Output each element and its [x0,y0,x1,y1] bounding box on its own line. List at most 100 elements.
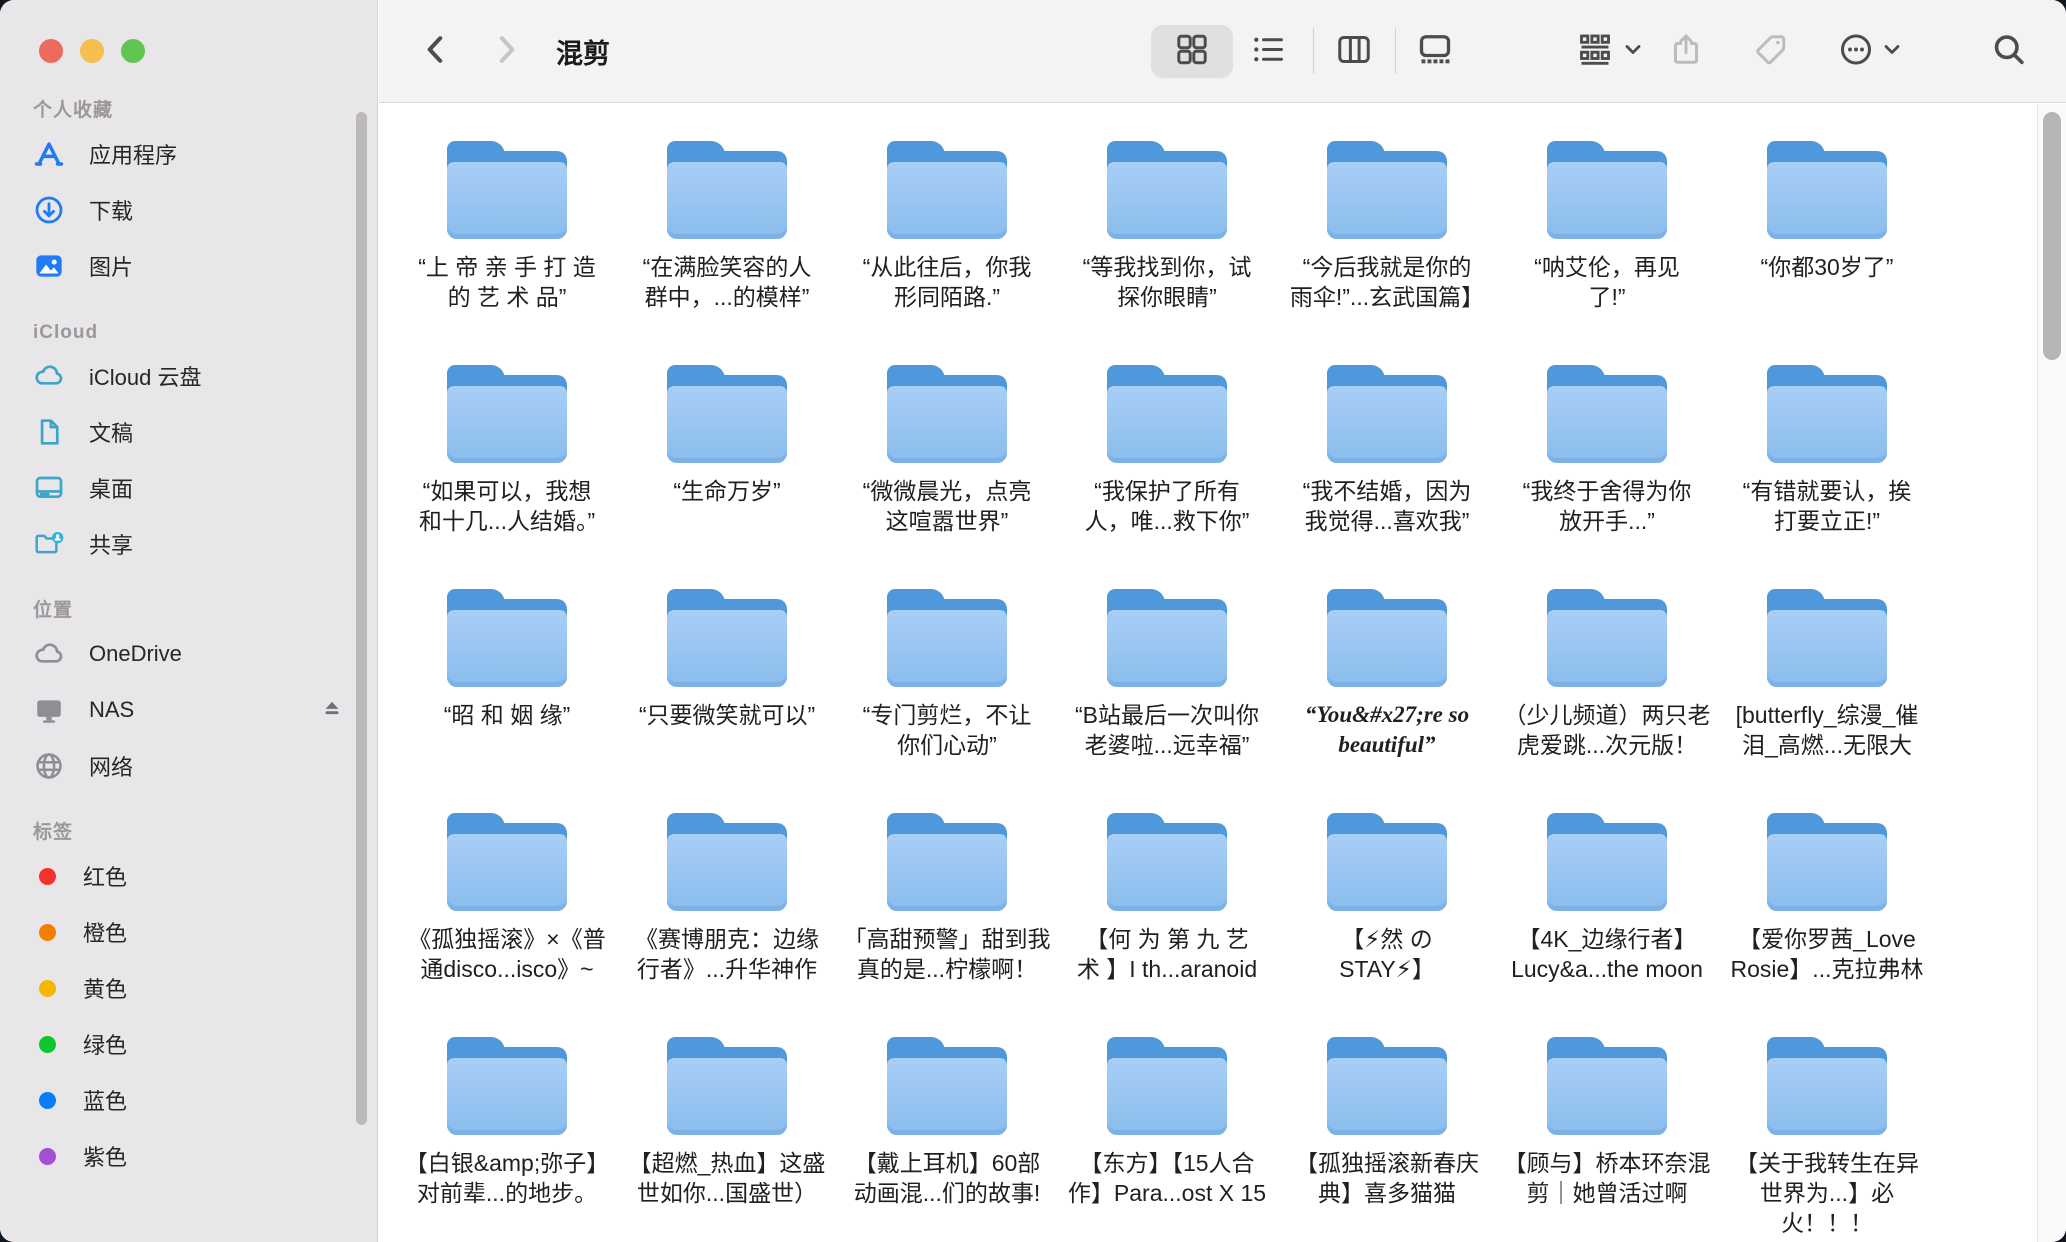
folder-item[interactable]: “B站最后一次叫你 老婆啦...远幸福” [1057,589,1277,813]
sidebar-scrollbar[interactable] [356,112,367,1125]
zoom-window-button[interactable] [121,39,145,63]
folder-item[interactable]: 《孤独摇滚》×《普 通disco...isco》~ [397,813,617,1037]
folder-item[interactable]: 【关于我转生在异 世界为...】必火！！！ [1717,1037,1937,1242]
more-button[interactable] [1838,32,1874,71]
sidebar-item[interactable]: 文稿 [33,404,357,460]
content-scrollbar[interactable] [2043,112,2061,360]
eject-icon[interactable] [319,697,345,723]
sidebar-section-header: 个人收藏 [33,96,357,126]
folder-icon [1325,589,1449,687]
sidebar-item[interactable]: 应用程序 [33,126,357,182]
folder-item[interactable]: 【白银&amp;弥子】 对前辈...的地步。 [397,1037,617,1242]
folder-item[interactable]: “今后我就是你的 雨伞!”...玄武国篇】 [1277,141,1497,365]
folder-icon [885,813,1009,911]
cloud-gray-icon [33,638,73,670]
folder-label: “只要微笑就可以” [639,700,815,730]
folder-item[interactable]: 【戴上耳机】60部 动画混...们的故事! [837,1037,1057,1242]
grid-view-icon [1174,32,1210,71]
search-icon [1991,32,2027,71]
folder-item[interactable]: “You&#x27;re so beautiful” [1277,589,1497,813]
search-button[interactable] [1991,32,2027,71]
folder-item[interactable]: “我保护了所有 人，唯...救下你” [1057,365,1277,589]
folder-item[interactable]: 【爱你罗茜_Love Rosie】...克拉弗林 [1717,813,1937,1037]
folder-item[interactable]: 【孤独摇滚新春庆 典】喜多猫猫 [1277,1037,1497,1242]
more-chevron-button[interactable] [1880,38,1904,65]
folder-item[interactable]: 【何 为 第 九 艺 术 】I th...aranoid [1057,813,1277,1037]
folder-item[interactable]: “我不结婚，因为 我觉得...喜欢我” [1277,365,1497,589]
sidebar-item[interactable]: 网络 [33,738,357,794]
tag-button[interactable] [1753,32,1789,71]
folder-item[interactable]: 【4K_边缘行者】 Lucy&a...the moon [1497,813,1717,1037]
sidebar-item-label: 绿色 [83,1028,127,1060]
minimize-window-button[interactable] [80,39,104,63]
chevron-left-icon [419,33,453,70]
view-list-button[interactable] [1250,32,1286,71]
sidebar-item[interactable]: 红色 [33,848,357,904]
folder-item[interactable]: “只要微笑就可以” [617,589,837,813]
folder-item[interactable]: [butterfly_综漫_催 泪_高燃...无限大 [1717,589,1937,813]
folder-item[interactable]: “从此往后，你我 形同陌路.” [837,141,1057,365]
group-button[interactable] [1577,32,1613,71]
sidebar-item[interactable]: 紫色 [33,1128,357,1184]
sidebar-item[interactable]: 桌面 [33,460,357,516]
toolbar-divider [1313,28,1314,74]
back-button[interactable] [419,33,453,70]
folder-icon [1105,813,1229,911]
folder-label: “我不结婚，因为 我觉得...喜欢我” [1303,476,1472,536]
folder-item[interactable]: “等我找到你，试 探你眼睛” [1057,141,1277,365]
folder-item[interactable]: “微微晨光，点亮 这喧嚣世界” [837,365,1057,589]
group-chevron-button[interactable] [1621,38,1645,65]
list-view-icon [1250,32,1286,71]
shared-folder-icon [33,528,73,560]
sidebar-item[interactable]: 黄色 [33,960,357,1016]
sidebar-item[interactable]: 下载 [33,182,357,238]
folder-icon [885,365,1009,463]
folder-item[interactable]: （少儿频道）两只老 虎爱跳...次元版！ [1497,589,1717,813]
folder-item[interactable]: “专门剪烂，不让 你们心动” [837,589,1057,813]
folder-label: 【东方】【15人合 作】Para...ost X 15 [1068,1148,1266,1208]
sidebar-item[interactable]: 橙色 [33,904,357,960]
sidebar-item[interactable]: 图片 [33,238,357,294]
sidebar-item-label: OneDrive [89,641,182,667]
folder-item[interactable]: 【超燃_热血】这盛 世如你...国盛世） [617,1037,837,1242]
folder-icon [1765,141,1889,239]
view-column-button[interactable] [1336,32,1372,71]
folder-item[interactable]: 「高甜预警」甜到我 真的是...柠檬啊！ [837,813,1057,1037]
folder-label: 【白银&amp;弥子】 对前辈...的地步。 [405,1148,609,1208]
folder-item[interactable]: “你都30岁了” [1717,141,1937,365]
folder-item[interactable]: “如果可以，我想 和十几...人结婚。” [397,365,617,589]
folder-item[interactable]: “有错就要认，挨 打要立正!” [1717,365,1937,589]
folder-icon [1545,365,1669,463]
sidebar-item-label: 网络 [89,750,133,782]
sidebar-item[interactable]: OneDrive [33,626,357,682]
folder-label: “呐艾伦，再见 了!” [1534,252,1680,312]
forward-button[interactable] [489,33,523,70]
sidebar-item-label: 共享 [89,528,133,560]
folder-item[interactable]: 【东方】【15人合 作】Para...ost X 15 [1057,1037,1277,1242]
folder-item[interactable]: 【⚡然 の STAY⚡】 [1277,813,1497,1037]
folder-item[interactable]: 【顾与】桥本环奈混 剪｜她曾活过啊 [1497,1037,1717,1242]
folder-item[interactable]: “呐艾伦，再见 了!” [1497,141,1717,365]
folder-item[interactable]: “昭 和 姻 缘” [397,589,617,813]
folder-item[interactable]: 《赛博朋克：边缘 行者》...升华神作 [617,813,837,1037]
sidebar-item[interactable]: 共享 [33,516,357,572]
folder-item[interactable]: “生命万岁” [617,365,837,589]
folder-icon [1545,141,1669,239]
sidebar-item[interactable]: 蓝色 [33,1072,357,1128]
tag-color-dot [39,980,56,997]
view-grid-button[interactable] [1174,32,1210,71]
folder-icon [665,1037,789,1135]
folder-icon [1325,1037,1449,1135]
folder-icon [445,589,569,687]
view-gallery-button[interactable] [1417,32,1453,71]
sidebar-item[interactable]: 绿色 [33,1016,357,1072]
sidebar-item[interactable]: NAS [33,682,357,738]
close-window-button[interactable] [39,39,63,63]
folder-icon [885,589,1009,687]
toolbar-divider [1395,28,1396,74]
folder-item[interactable]: “我终于舍得为你 放开手...” [1497,365,1717,589]
share-button[interactable] [1668,32,1704,71]
sidebar-item[interactable]: iCloud 云盘 [33,348,357,404]
folder-item[interactable]: “上 帝 亲 手 打 造 的 艺 术 品” [397,141,617,365]
folder-item[interactable]: “在满脸笑容的人 群中，...的模样” [617,141,837,365]
